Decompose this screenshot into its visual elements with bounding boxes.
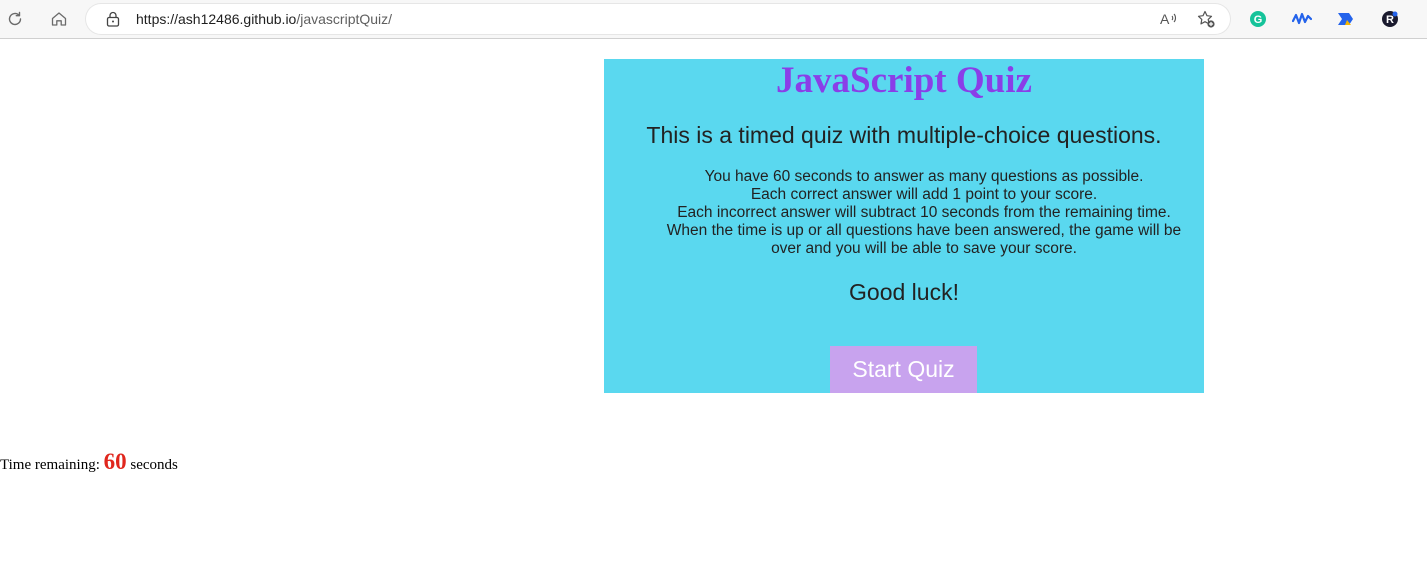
quiz-rules: You have 60 seconds to answer as many qu… [654,168,1194,258]
svg-text:R: R [1386,14,1394,26]
url-text[interactable]: https://ash12486.github.io/javascriptQui… [136,11,392,27]
svg-text:G: G [1254,14,1263,26]
rule-line: Each correct answer will add 1 point to … [750,186,1098,203]
wave-extension-icon[interactable] [1292,9,1312,29]
add-favorite-icon[interactable] [1196,9,1216,29]
svg-text:A: A [1160,11,1170,27]
good-luck-text: Good luck! [849,279,959,305]
time-remaining: Time remaining: 60 seconds [0,447,178,480]
start-quiz-button[interactable]: Start Quiz [830,346,977,393]
lock-icon[interactable] [106,11,120,32]
r-extension-icon[interactable]: R [1380,9,1400,29]
rule-line: You have 60 seconds to answer as many qu… [704,168,1144,185]
grammarly-extension-icon[interactable]: G [1248,9,1268,29]
url-host: https://ash12486.github.io [136,11,297,27]
timer-suffix: seconds [126,457,178,473]
quiz-title: JavaScript Quiz [776,60,1032,101]
browser-toolbar: https://ash12486.github.io/javascriptQui… [0,0,1427,39]
quiz-subtitle: This is a timed quiz with multiple-choic… [646,122,1162,148]
timer-prefix: Time remaining: [0,457,104,473]
home-icon[interactable] [47,7,71,31]
rule-line: When the time is up or all questions hav… [666,222,1182,257]
read-aloud-icon[interactable]: A [1160,9,1180,29]
address-bar[interactable]: https://ash12486.github.io/javascriptQui… [86,4,1230,34]
timer-value: 60 [103,449,127,474]
quiz-intro-card: JavaScript Quiz This is a timed quiz wit… [604,59,1204,393]
bookmark-extension-icon[interactable] [1336,9,1356,29]
refresh-icon[interactable] [3,7,27,31]
url-path: /javascriptQuiz/ [296,11,393,27]
rule-line: Each incorrect answer will subtract 10 s… [677,204,1171,221]
